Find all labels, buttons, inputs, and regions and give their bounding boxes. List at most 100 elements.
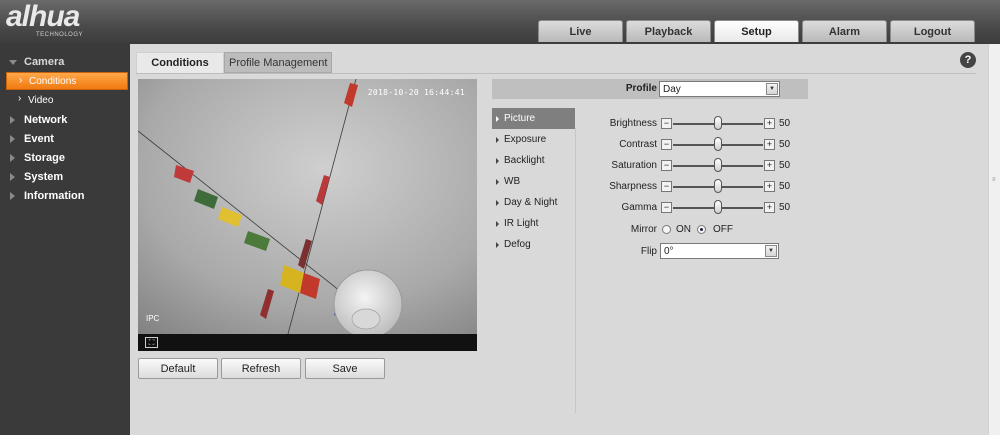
minus-icon[interactable]: − (661, 160, 672, 171)
flip-select-value: 0° (664, 245, 674, 257)
profile-select-value: Day (663, 83, 681, 95)
chevron-right-icon: › (19, 75, 23, 86)
main-panel: Conditions Profile Management ? 2018-10-… (130, 44, 988, 435)
chevron-right-icon: › (18, 93, 22, 104)
gamma-slider[interactable]: − + 50 (661, 200, 801, 214)
submenu-backlight[interactable]: Backlight (492, 150, 575, 171)
sidebar-item-camera[interactable]: Camera (0, 52, 130, 71)
submenu-divider (575, 128, 576, 413)
sidebar-item-label: Conditions (29, 75, 77, 87)
profile-label: Profile (625, 83, 657, 94)
bullet-icon (496, 221, 499, 227)
mirror-off-radio[interactable] (697, 225, 706, 234)
sidebar-item-label: Camera (24, 55, 65, 68)
collapse-triangle-icon (10, 154, 15, 162)
sidebar: Camera › Conditions › Video Network Even… (0, 44, 130, 435)
minus-icon[interactable]: − (661, 202, 672, 213)
sidebar-item-storage[interactable]: Storage (0, 148, 130, 167)
dropdown-arrow-icon: ▼ (765, 245, 777, 257)
submenu-day-night[interactable]: Day & Night (492, 192, 575, 213)
video-camera-label: IPC (146, 314, 160, 323)
nav-logout-button[interactable]: Logout (890, 20, 975, 42)
submenu-ir-light[interactable]: IR Light (492, 213, 575, 234)
contrast-label: Contrast (619, 139, 657, 150)
sharpness-label: Sharpness (609, 181, 657, 192)
slider-thumb[interactable] (714, 137, 722, 151)
submenu-label: Defog (504, 239, 531, 250)
collapse-triangle-icon (10, 135, 15, 143)
nav-alarm-button[interactable]: Alarm (802, 20, 887, 42)
plus-icon[interactable]: + (764, 160, 775, 171)
minus-icon[interactable]: − (661, 118, 672, 129)
sidebar-item-label: Storage (24, 151, 65, 164)
page-scrollbar[interactable]: ≡ (988, 44, 1000, 435)
bullet-icon (496, 116, 499, 122)
fullscreen-icon[interactable]: ⛶ (145, 337, 158, 348)
flip-select[interactable]: 0° ▼ (660, 243, 779, 259)
submenu-label: Day & Night (504, 197, 558, 208)
flip-label: Flip (640, 246, 657, 257)
submenu-picture[interactable]: Picture (492, 108, 575, 129)
sharpness-slider[interactable]: − + 50 (661, 179, 801, 193)
default-button[interactable]: Default (138, 358, 218, 379)
slider-thumb[interactable] (714, 179, 722, 193)
camera-image (138, 79, 477, 334)
tab-bar: Conditions Profile Management (136, 52, 333, 73)
nav-live-button[interactable]: Live (538, 20, 623, 42)
gamma-value: 50 (779, 202, 791, 213)
submenu-label: Picture (504, 113, 536, 124)
mirror-on-label: ON (676, 224, 691, 235)
contrast-slider[interactable]: − + 50 (661, 137, 801, 151)
sidebar-item-label: Information (24, 189, 85, 202)
saturation-value: 50 (779, 160, 791, 171)
tab-conditions[interactable]: Conditions (136, 52, 224, 73)
brightness-slider[interactable]: − + 50 (661, 116, 801, 130)
minus-icon[interactable]: − (661, 139, 672, 150)
sidebar-item-conditions[interactable]: › Conditions (6, 72, 128, 90)
save-button[interactable]: Save (305, 358, 385, 379)
condition-submenu: Picture Exposure Backlight WB Day & Nigh… (492, 108, 575, 255)
collapse-triangle-icon (10, 192, 15, 200)
video-timestamp: 2018-10-20 16:44:41 (367, 88, 465, 97)
sidebar-item-event[interactable]: Event (0, 129, 130, 148)
sidebar-item-video[interactable]: › Video (6, 91, 128, 109)
bullet-icon (496, 158, 499, 164)
bullet-icon (496, 242, 499, 248)
slider-thumb[interactable] (714, 116, 722, 130)
submenu-defog[interactable]: Defog (492, 234, 575, 255)
tab-profile-management[interactable]: Profile Management (224, 52, 333, 73)
bullet-icon (496, 179, 499, 185)
sidebar-item-label: Video (28, 94, 54, 106)
profile-bar: Profile Day ▼ (492, 79, 808, 99)
mirror-label: Mirror (630, 224, 657, 235)
plus-icon[interactable]: + (764, 118, 775, 129)
sidebar-item-network[interactable]: Network (0, 110, 130, 129)
contrast-value: 50 (779, 139, 791, 150)
plus-icon[interactable]: + (764, 202, 775, 213)
mirror-on-radio[interactable] (662, 225, 671, 234)
sharpness-value: 50 (779, 181, 791, 192)
sidebar-item-label: Event (24, 132, 54, 145)
nav-setup-button[interactable]: Setup (714, 20, 799, 42)
sidebar-item-system[interactable]: System (0, 167, 130, 186)
submenu-wb[interactable]: WB (492, 171, 575, 192)
minus-icon[interactable]: − (661, 181, 672, 192)
collapse-triangle-icon (10, 173, 15, 181)
help-icon[interactable]: ? (960, 52, 976, 68)
saturation-slider[interactable]: − + 50 (661, 158, 801, 172)
brightness-value: 50 (779, 118, 791, 129)
slider-thumb[interactable] (714, 200, 722, 214)
plus-icon[interactable]: + (764, 181, 775, 192)
sidebar-item-information[interactable]: Information (0, 186, 130, 205)
submenu-label: IR Light (504, 218, 539, 229)
video-preview: 2018-10-20 16:44:41 IPC ⛶ (138, 79, 477, 351)
refresh-button[interactable]: Refresh (221, 358, 301, 379)
slider-thumb[interactable] (714, 158, 722, 172)
top-header: alhua TECHNOLOGY Live Playback Setup Ala… (0, 0, 1000, 44)
profile-select[interactable]: Day ▼ (659, 81, 780, 97)
bullet-icon (496, 137, 499, 143)
top-navigation: Live Playback Setup Alarm Logout (538, 20, 975, 42)
nav-playback-button[interactable]: Playback (626, 20, 711, 42)
plus-icon[interactable]: + (764, 139, 775, 150)
submenu-exposure[interactable]: Exposure (492, 129, 575, 150)
